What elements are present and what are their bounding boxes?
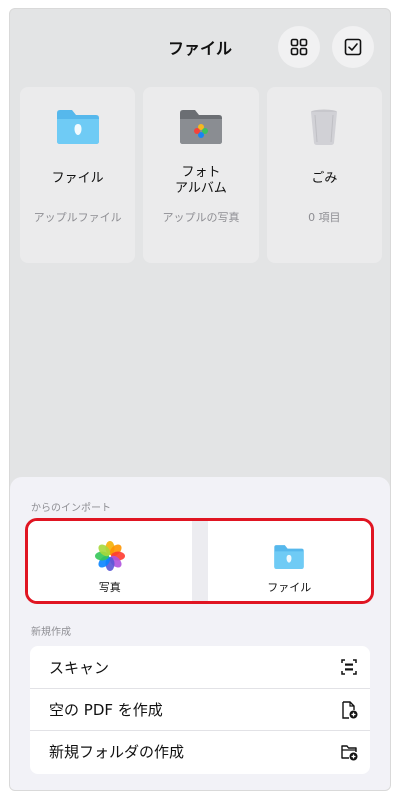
new-folder-row[interactable]: 新規フォルダの作成 bbox=[30, 730, 370, 772]
new-folder-label: 新規フォルダの作成 bbox=[49, 743, 185, 761]
action-sheet: からのインポート 写真 ファイル 新規作成 スキャン 空の PDF を作成 新規… bbox=[10, 477, 390, 790]
scan-icon bbox=[341, 659, 357, 675]
grid-icon bbox=[290, 38, 308, 56]
checkbox-icon bbox=[344, 38, 362, 56]
grid-view-button[interactable] bbox=[278, 26, 320, 68]
card-subtitle: アップルファイル bbox=[33, 211, 122, 224]
card-files[interactable]: ファイル アップルファイル bbox=[20, 87, 136, 263]
new-folder-icon bbox=[341, 745, 358, 761]
card-photo-album[interactable]: フォト アルバム アップルの写真 bbox=[143, 87, 259, 263]
scan-row[interactable]: スキャン bbox=[30, 646, 370, 688]
photos-app-icon bbox=[94, 541, 125, 571]
folder-icon bbox=[56, 110, 99, 144]
trash-icon bbox=[311, 109, 338, 145]
import-photos-label: 写真 bbox=[98, 581, 121, 594]
card-name: フォト アルバム bbox=[175, 165, 227, 196]
new-pdf-icon bbox=[342, 701, 358, 719]
card-trash[interactable]: ごみ 0 項目 bbox=[266, 87, 382, 263]
create-pdf-label: 空の PDF を作成 bbox=[49, 701, 163, 719]
photo-album-folder-icon bbox=[179, 110, 222, 144]
card-name: ごみ bbox=[311, 171, 338, 186]
select-button[interactable] bbox=[332, 26, 374, 68]
new-actions-list: スキャン 空の PDF を作成 新規フォルダの作成 bbox=[30, 646, 370, 774]
header: ファイル bbox=[10, 9, 390, 79]
card-subtitle: 0 項目 bbox=[308, 211, 341, 224]
location-cards: ファイル アップルファイル フォト アルバム アップルの写真 ごみ 0 項目 bbox=[20, 87, 382, 263]
create-pdf-row[interactable]: 空の PDF を作成 bbox=[30, 688, 370, 730]
import-photos-button[interactable]: 写真 bbox=[28, 521, 192, 601]
new-section-label: 新規作成 bbox=[31, 627, 71, 638]
import-options-highlight: 写真 ファイル bbox=[25, 518, 374, 604]
app-window: ファイル ファイル アップルファイル フォト アルバム アップルの写真 ごみ 0… bbox=[9, 8, 391, 791]
import-files-label: ファイル bbox=[267, 581, 312, 594]
import-files-button[interactable]: ファイル bbox=[191, 521, 371, 601]
card-subtitle: アップルの写真 bbox=[162, 211, 240, 224]
folder-icon bbox=[274, 545, 304, 569]
card-name: ファイル bbox=[51, 171, 104, 186]
scan-label: スキャン bbox=[49, 658, 110, 677]
import-section-label: からのインポート bbox=[31, 503, 111, 514]
